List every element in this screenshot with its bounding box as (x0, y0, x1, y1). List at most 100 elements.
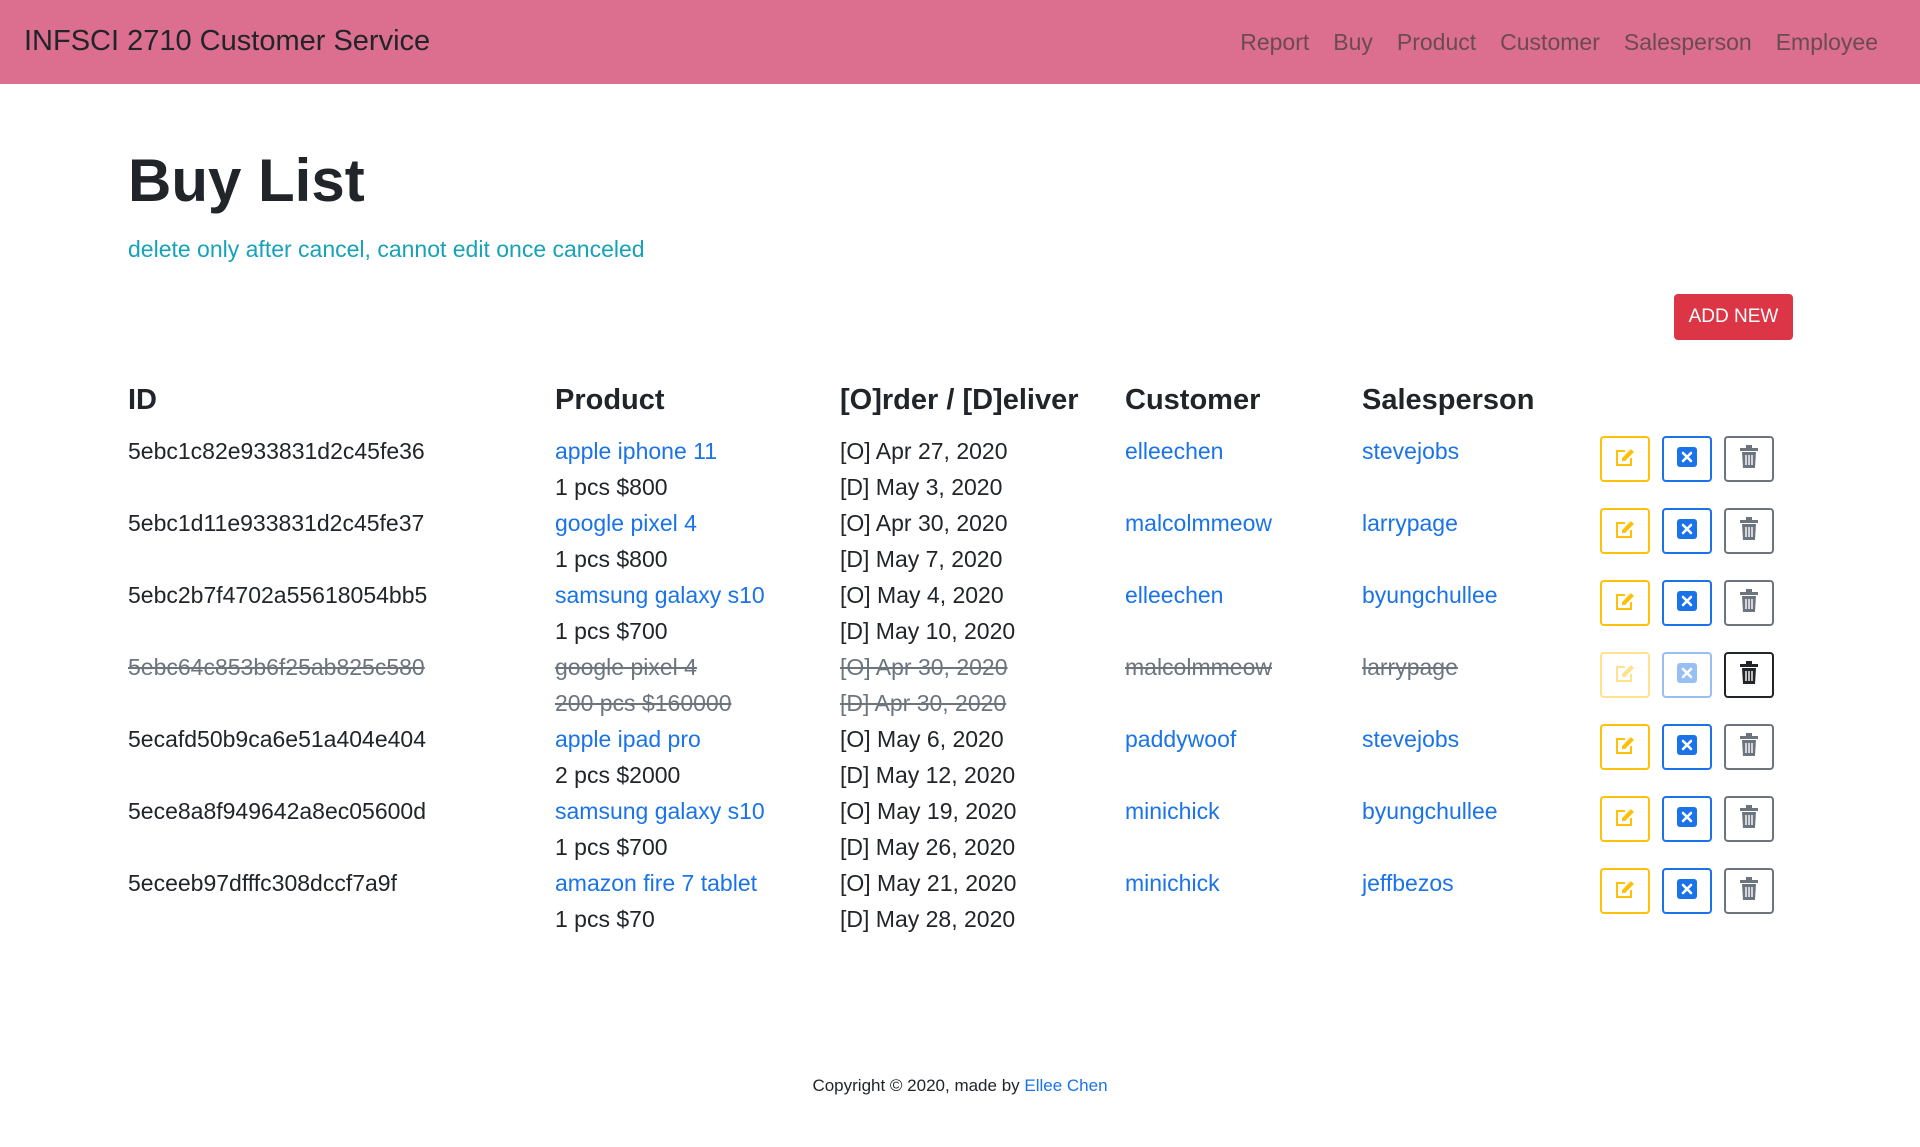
row-actions (1600, 436, 1774, 482)
edit-button[interactable] (1600, 652, 1650, 698)
trash-icon (1738, 444, 1760, 474)
row-customer-link[interactable]: malcolmmeow (1125, 652, 1272, 682)
trash-icon (1738, 588, 1760, 618)
row-customer-link[interactable]: paddywoof (1125, 724, 1236, 754)
row-customer-link[interactable]: minichick (1125, 868, 1220, 898)
nav-link-employee[interactable]: Employee (1776, 29, 1878, 56)
navbar-brand[interactable]: INFSCI 2710 Customer Service (24, 25, 430, 58)
row-order-date: [O] May 19, 2020 (840, 798, 1017, 824)
row-salesperson-link[interactable]: jeffbezos (1362, 868, 1454, 898)
row-actions (1600, 796, 1774, 842)
row-deliver-date: [D] May 12, 2020 (840, 762, 1016, 788)
row-product-link[interactable]: apple ipad pro (555, 724, 701, 754)
row-qty-price: 200 pcs $160000 (555, 690, 732, 716)
nav-link-buy[interactable]: Buy (1333, 29, 1373, 56)
edit-button[interactable] (1600, 796, 1650, 842)
nav-link-report[interactable]: Report (1240, 29, 1309, 56)
row-order-date: [O] Apr 27, 2020 (840, 438, 1008, 464)
cancel-button[interactable] (1662, 508, 1712, 554)
delete-button[interactable] (1724, 724, 1774, 770)
x-square-icon (1676, 446, 1698, 473)
edit-button[interactable] (1600, 580, 1650, 626)
page-title: Buy List (128, 147, 365, 214)
edit-button[interactable] (1600, 724, 1650, 770)
table-row: 5ece8a8f949642a8ec05600d samsung galaxy s… (0, 796, 1920, 868)
x-square-icon (1676, 878, 1698, 905)
cancel-button[interactable] (1662, 436, 1712, 482)
delete-button[interactable] (1724, 508, 1774, 554)
trash-icon (1738, 876, 1760, 906)
header-product: Product (555, 384, 665, 416)
row-salesperson-link[interactable]: larrypage (1362, 508, 1458, 538)
x-square-icon (1676, 662, 1698, 689)
trash-icon (1738, 516, 1760, 546)
row-id: 5ebc64c853b6f25ab825c580 (128, 654, 425, 680)
row-salesperson-link[interactable]: byungchullee (1362, 796, 1498, 826)
footer: Copyright © 2020, made by Ellee Chen (0, 1076, 1920, 1096)
row-customer-link[interactable]: elleechen (1125, 436, 1223, 466)
cancel-button[interactable] (1662, 652, 1712, 698)
nav-link-customer[interactable]: Customer (1500, 29, 1600, 56)
table-row: 5ebc1d11e933831d2c45fe37 google pixel 4 1 … (0, 508, 1920, 580)
cancel-button[interactable] (1662, 796, 1712, 842)
header-id: ID (128, 384, 157, 416)
row-salesperson-link[interactable]: byungchullee (1362, 580, 1498, 610)
row-deliver-date: [D] May 7, 2020 (840, 546, 1003, 572)
row-qty-price: 1 pcs $800 (555, 546, 668, 572)
edit-button[interactable] (1600, 436, 1650, 482)
row-actions (1600, 652, 1774, 698)
row-customer-link[interactable]: elleechen (1125, 580, 1223, 610)
row-id: 5ece8a8f949642a8ec05600d (128, 798, 427, 824)
edit-button[interactable] (1600, 508, 1650, 554)
nav-link-salesperson[interactable]: Salesperson (1624, 29, 1752, 56)
add-new-button[interactable]: ADD NEW (1674, 294, 1793, 340)
row-id: 5ebc1c82e933831d2c45fe36 (128, 438, 425, 464)
table-row: 5ebc1c82e933831d2c45fe36 apple iphone 11 1… (0, 436, 1920, 508)
row-deliver-date: [D] May 26, 2020 (840, 834, 1016, 860)
edit-button[interactable] (1600, 868, 1650, 914)
table-row: 5ebc64c853b6f25ab825c580 google pixel 4 20… (0, 652, 1920, 724)
delete-button[interactable] (1724, 652, 1774, 698)
row-qty-price: 1 pcs $70 (555, 906, 655, 932)
trash-icon (1738, 804, 1760, 834)
row-id: 5ebc1d11e933831d2c45fe37 (128, 510, 425, 536)
row-product-link[interactable]: samsung galaxy s10 (555, 580, 765, 610)
edit-icon (1613, 806, 1637, 833)
row-salesperson-link[interactable]: stevejobs (1362, 724, 1459, 754)
cancel-button[interactable] (1662, 580, 1712, 626)
edit-icon (1613, 590, 1637, 617)
table-row: 5eceeb97dfffc308dccf7a9f amazon fire 7 ta… (0, 868, 1920, 940)
header-salesperson: Salesperson (1362, 384, 1535, 416)
cancel-button[interactable] (1662, 724, 1712, 770)
row-salesperson-link[interactable]: stevejobs (1362, 436, 1459, 466)
row-order-date: [O] May 21, 2020 (840, 870, 1017, 896)
delete-button[interactable] (1724, 436, 1774, 482)
delete-button[interactable] (1724, 580, 1774, 626)
row-product-link[interactable]: samsung galaxy s10 (555, 796, 765, 826)
x-square-icon (1676, 806, 1698, 833)
cancel-button[interactable] (1662, 868, 1712, 914)
row-actions (1600, 724, 1774, 770)
table-row: 5ecafd50b9ca6e51a404e404 apple ipad pro 2 … (0, 724, 1920, 796)
nav-link-product[interactable]: Product (1397, 29, 1476, 56)
footer-author-link[interactable]: Ellee Chen (1024, 1076, 1107, 1095)
row-customer-link[interactable]: minichick (1125, 796, 1220, 826)
row-deliver-date: [D] Apr 30, 2020 (840, 690, 1007, 716)
edit-icon (1613, 662, 1637, 689)
row-id: 5ebc2b7f4702a55618054bb5 (128, 582, 428, 608)
row-salesperson-link[interactable]: larrypage (1362, 652, 1458, 682)
row-product-link[interactable]: google pixel 4 (555, 652, 697, 682)
edit-icon (1613, 734, 1637, 761)
row-qty-price: 1 pcs $800 (555, 474, 668, 500)
row-actions (1600, 508, 1774, 554)
footer-copyright: Copyright © 2020, made by (812, 1076, 1025, 1095)
delete-button[interactable] (1724, 868, 1774, 914)
row-customer-link[interactable]: malcolmmeow (1125, 508, 1272, 538)
row-product-link[interactable]: apple iphone 11 (555, 436, 717, 466)
delete-button[interactable] (1724, 796, 1774, 842)
row-deliver-date: [D] May 3, 2020 (840, 474, 1003, 500)
row-product-link[interactable]: google pixel 4 (555, 508, 697, 538)
row-product-link[interactable]: amazon fire 7 tablet (555, 868, 757, 898)
header-order-deliver: [O]rder / [D]eliver (840, 384, 1079, 416)
row-deliver-date: [D] May 28, 2020 (840, 906, 1016, 932)
